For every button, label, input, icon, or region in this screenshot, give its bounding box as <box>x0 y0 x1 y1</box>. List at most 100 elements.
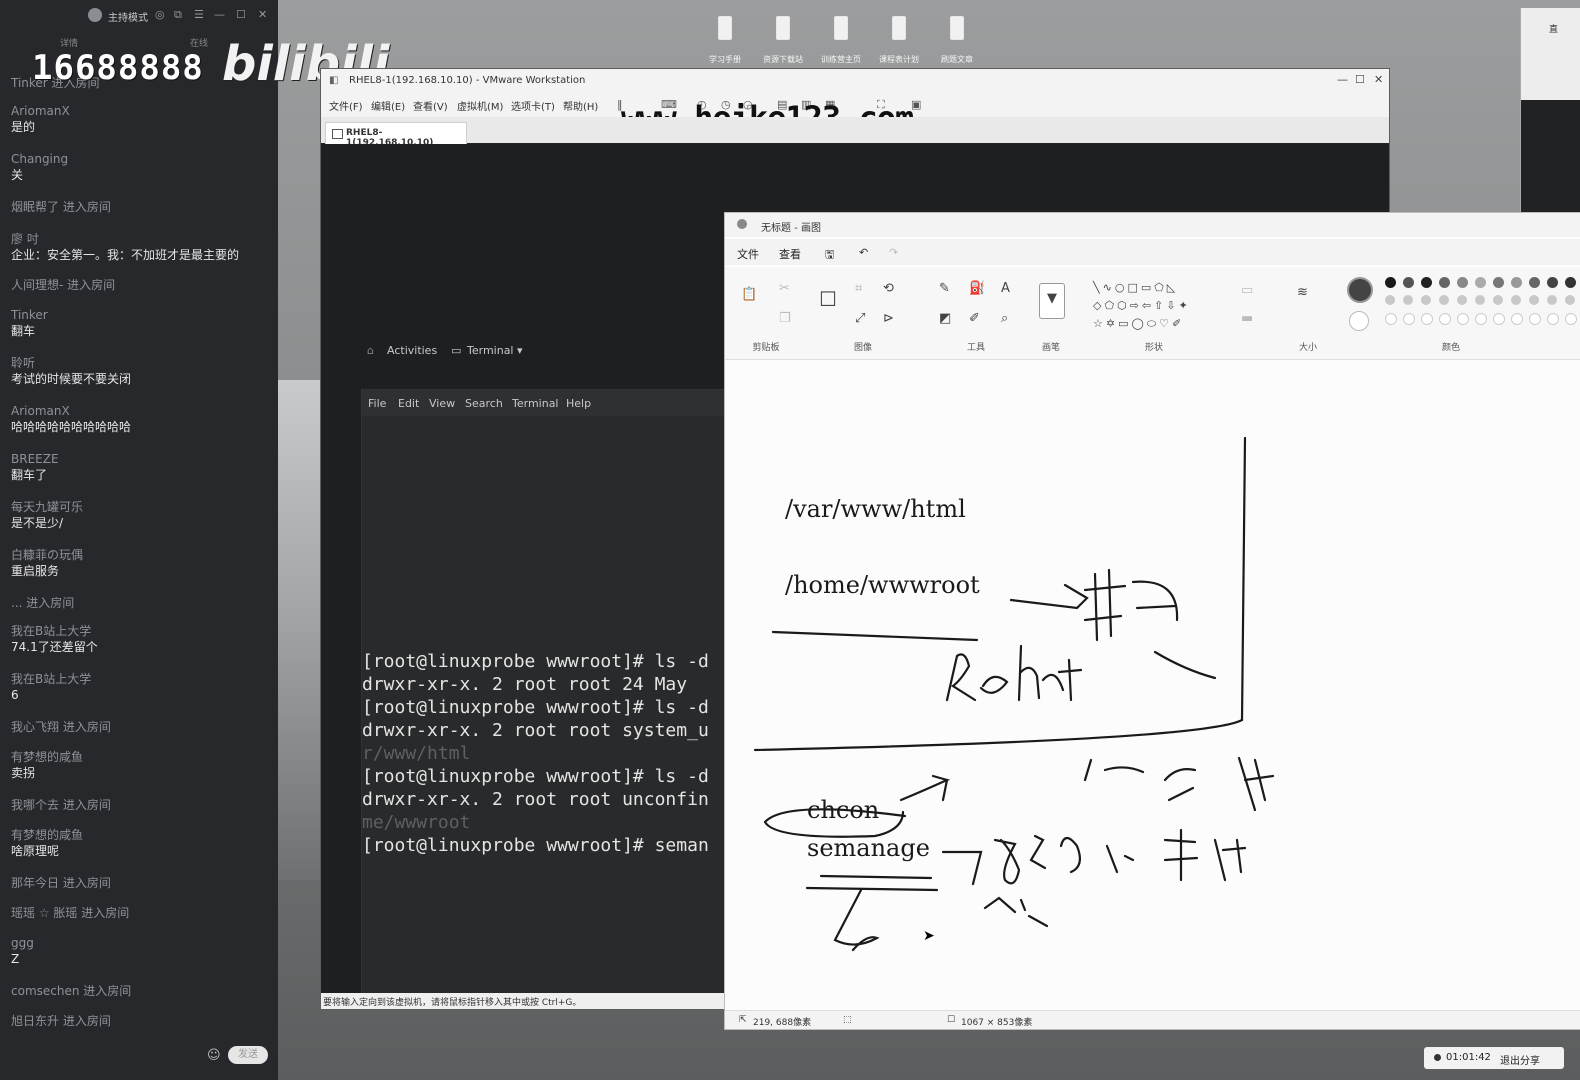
custom-color-slot[interactable] <box>1385 313 1397 325</box>
vm-menu-tabs[interactable]: 选项卡(T) <box>511 98 555 113</box>
chat-username[interactable]: 那年今日 进入房间 <box>11 876 271 891</box>
chat-username[interactable]: 廖 吋 <box>11 232 271 247</box>
palette-swatch[interactable] <box>1565 277 1576 288</box>
palette-swatch[interactable] <box>1529 277 1540 288</box>
emoji-icon[interactable]: ☺ <box>207 1048 221 1063</box>
chat-username[interactable]: 瑶瑶 ☆ 胀瑶 进入房间 <box>11 906 271 921</box>
save-icon[interactable]: 🖫 <box>825 246 834 265</box>
palette-swatch[interactable] <box>1421 295 1431 305</box>
vm-minimize-icon[interactable]: — <box>1337 73 1348 86</box>
palette-swatch[interactable] <box>1403 295 1413 305</box>
settings-icon[interactable]: ◎ <box>155 8 165 21</box>
palette-swatch[interactable] <box>1475 277 1486 288</box>
shape-row3-icons[interactable]: ☆✡▭◯⬭♡✐ <box>1093 317 1184 331</box>
custom-color-slot[interactable] <box>1475 313 1487 325</box>
chat-username[interactable]: ... 进入房间 <box>11 596 271 611</box>
menu-icon[interactable]: ☰ <box>194 8 204 21</box>
gnome-activities[interactable]: Activities <box>387 344 437 357</box>
palette-swatch[interactable] <box>1493 295 1503 305</box>
desktop-shortcut[interactable]: 资源下载站 <box>758 16 808 65</box>
palette-swatch[interactable] <box>1547 295 1557 305</box>
term-menu-file[interactable]: File <box>368 397 386 410</box>
gnome-terminal-menu[interactable]: Terminal ▾ <box>467 344 523 357</box>
palette-swatch[interactable] <box>1565 295 1575 305</box>
exit-share-button[interactable]: 退出分享 <box>1500 1052 1540 1067</box>
color-picker-icon[interactable]: ✐ <box>969 311 980 326</box>
palette-swatch[interactable] <box>1493 277 1504 288</box>
palette-swatch[interactable] <box>1511 277 1522 288</box>
send-button[interactable]: 发送 <box>228 1046 268 1064</box>
chat-username[interactable]: 烟眠帮了 进入房间 <box>11 200 271 215</box>
redo-icon[interactable]: ↷ <box>889 246 898 259</box>
cut-icon[interactable]: ✂ <box>779 281 790 296</box>
rotate-icon[interactable]: ⟲ <box>883 281 894 296</box>
custom-color-slot[interactable] <box>1421 313 1433 325</box>
chat-username[interactable]: BREEZE <box>11 452 271 467</box>
vm-menu-view[interactable]: 查看(V) <box>413 98 448 113</box>
custom-color-slot[interactable] <box>1529 313 1541 325</box>
minimize-icon[interactable]: — <box>214 8 225 21</box>
chat-username[interactable]: 我在B站上大学 <box>11 624 271 639</box>
paint-menu-view[interactable]: 查看 <box>779 246 801 262</box>
paint-menu-file[interactable]: 文件 <box>737 246 759 262</box>
chat-username[interactable]: 聆听 <box>11 356 271 371</box>
copy-icon[interactable]: ❐ <box>779 311 791 326</box>
palette-swatch[interactable] <box>1403 277 1414 288</box>
desktop-shortcut[interactable]: 学习手册 <box>700 16 750 65</box>
shape-row1-icons[interactable]: ╲∿○□▭⬠◺ <box>1093 281 1178 294</box>
chat-username[interactable]: 有梦想的咸鱼 <box>11 750 271 765</box>
palette-swatch[interactable] <box>1439 277 1450 288</box>
desktop-shortcut[interactable]: 训练营主页 <box>816 16 866 65</box>
chat-username[interactable]: AriomanX <box>11 404 271 419</box>
paint-canvas[interactable]: /var/www/html /home/wwwroot chcon semana… <box>725 360 1580 1010</box>
term-menu-view[interactable]: View <box>429 397 455 410</box>
palette-swatch[interactable] <box>1547 277 1558 288</box>
close-icon[interactable]: ✕ <box>258 8 267 21</box>
chat-username[interactable]: Tinker <box>11 308 271 323</box>
chat-username[interactable]: comsechen 进入房间 <box>11 984 271 999</box>
eraser-icon[interactable]: ◩ <box>939 311 951 326</box>
chat-username[interactable]: Changing <box>11 152 271 167</box>
text-icon[interactable]: A <box>1001 281 1010 296</box>
palette-swatch[interactable] <box>1457 277 1468 288</box>
custom-color-slot[interactable] <box>1493 313 1505 325</box>
custom-color-slot[interactable] <box>1565 313 1577 325</box>
custom-color-slot[interactable] <box>1511 313 1523 325</box>
palette-swatch[interactable] <box>1439 295 1449 305</box>
palette-swatch[interactable] <box>1529 295 1539 305</box>
palette-swatch[interactable] <box>1385 295 1395 305</box>
crop-icon[interactable]: ⌗ <box>855 281 862 296</box>
fill-icon[interactable]: ⛽ <box>969 281 985 296</box>
size-icon[interactable]: ≋ <box>1297 285 1308 300</box>
vm-tab[interactable]: RHEL8-1(192.168.10.10) <box>325 122 467 148</box>
chat-username[interactable]: 我哪个去 进入房间 <box>11 798 271 813</box>
outline-icon[interactable]: ▭ <box>1241 283 1253 298</box>
palette-swatch[interactable] <box>1457 295 1467 305</box>
undo-icon[interactable]: ↶ <box>859 246 868 259</box>
chat-username[interactable]: 我在B站上大学 <box>11 672 271 687</box>
chat-username[interactable]: 每天九罐可乐 <box>11 500 271 515</box>
shape-row2-icons[interactable]: ◇⬠⬡⇨⇦⇧⇩✦ <box>1093 299 1191 312</box>
vm-menu-help[interactable]: 帮助(H) <box>563 98 598 113</box>
vm-menu-vm[interactable]: 虚拟机(M) <box>457 98 503 113</box>
chat-username[interactable]: 白糠菲の玩偶 <box>11 548 271 563</box>
fill-shape-icon[interactable]: ▬ <box>1241 311 1253 326</box>
resize-icon[interactable]: ⤢ <box>855 311 865 326</box>
desktop-shortcut[interactable]: 刷题文章 <box>932 16 982 65</box>
custom-color-slot[interactable] <box>1439 313 1451 325</box>
vm-menu-file[interactable]: 文件(F) <box>329 98 363 113</box>
color1-swatch[interactable] <box>1347 277 1373 303</box>
term-menu-terminal[interactable]: Terminal <box>512 397 559 410</box>
host-avatar[interactable] <box>88 8 102 22</box>
chat-username[interactable]: 人间理想- 进入房间 <box>11 278 271 293</box>
term-menu-help[interactable]: Help <box>566 397 591 410</box>
term-menu-edit[interactable]: Edit <box>398 397 419 410</box>
select-icon[interactable]: ☐ <box>819 287 837 311</box>
chat-username[interactable]: ggg <box>11 936 271 951</box>
vm-menu-edit[interactable]: 编辑(E) <box>371 98 405 113</box>
terminal-window[interactable]: File Edit View Search Terminal Help [roo… <box>361 389 733 1001</box>
vm-close-icon[interactable]: ✕ <box>1374 73 1383 86</box>
terminal-output[interactable]: [root@linuxprobe wwwroot]# ls -d drwxr-xr… <box>362 420 732 990</box>
palette-swatch[interactable] <box>1421 277 1432 288</box>
brush-icon[interactable]: ▼ <box>1039 283 1065 319</box>
